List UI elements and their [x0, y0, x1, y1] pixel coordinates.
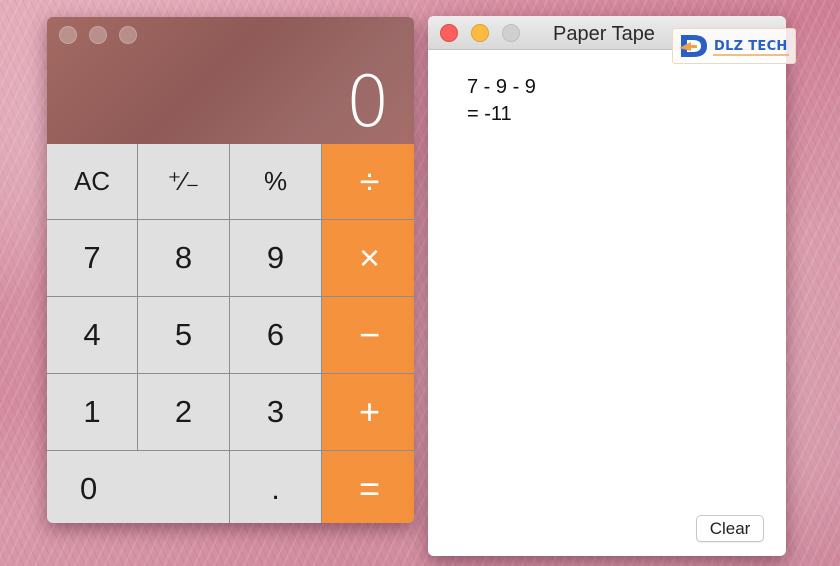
- close-button[interactable]: [59, 26, 77, 44]
- watermark-text: DLZ TECH: [714, 38, 788, 54]
- decimal-key[interactable]: .: [230, 451, 321, 523]
- divide-key[interactable]: ÷: [322, 144, 414, 219]
- window-controls: [59, 26, 137, 44]
- close-button[interactable]: [440, 24, 458, 42]
- window-title: Paper Tape: [553, 23, 655, 45]
- minus-key[interactable]: −: [322, 297, 414, 373]
- minimize-button[interactable]: [471, 24, 489, 42]
- tape-line: 7 - 9 - 9: [467, 76, 536, 98]
- digit-1-key[interactable]: 1: [47, 374, 137, 450]
- calculator-window: 0 AC ⁺∕₋ % ÷ 7 8 9 × 4 5 6 − 1 2 3 + 0 .…: [47, 17, 414, 523]
- tape-line: = -11: [467, 103, 512, 125]
- paper-tape-window: Paper Tape 7 - 9 - 9 = -11 Clear: [428, 16, 786, 556]
- equals-key[interactable]: =: [322, 451, 414, 523]
- digit-6-key[interactable]: 6: [230, 297, 321, 373]
- digit-2-key[interactable]: 2: [138, 374, 229, 450]
- window-controls: [440, 24, 520, 42]
- calculator-header: 0: [47, 17, 414, 144]
- keypad: AC ⁺∕₋ % ÷ 7 8 9 × 4 5 6 − 1 2 3 + 0 . =: [47, 144, 414, 523]
- plus-key[interactable]: +: [322, 374, 414, 450]
- digit-7-key[interactable]: 7: [47, 220, 137, 296]
- dlz-logo-icon: [679, 35, 707, 57]
- watermark-logo: DLZ TECH: [672, 28, 796, 64]
- digit-4-key[interactable]: 4: [47, 297, 137, 373]
- tape-content: 7 - 9 - 9 = -11: [467, 74, 536, 128]
- digit-5-key[interactable]: 5: [138, 297, 229, 373]
- percent-key[interactable]: %: [230, 144, 321, 219]
- multiply-key[interactable]: ×: [322, 220, 414, 296]
- digit-3-key[interactable]: 3: [230, 374, 321, 450]
- digit-0-key[interactable]: 0: [47, 451, 229, 523]
- digit-9-key[interactable]: 9: [230, 220, 321, 296]
- minimize-button[interactable]: [89, 26, 107, 44]
- clear-key[interactable]: AC: [47, 144, 137, 219]
- zoom-button[interactable]: [119, 26, 137, 44]
- zoom-button[interactable]: [502, 24, 520, 42]
- clear-button[interactable]: Clear: [696, 515, 764, 542]
- sign-toggle-key[interactable]: ⁺∕₋: [138, 144, 229, 219]
- calculator-display: 0: [345, 61, 390, 143]
- watermark-underline: [713, 54, 789, 56]
- digit-8-key[interactable]: 8: [138, 220, 229, 296]
